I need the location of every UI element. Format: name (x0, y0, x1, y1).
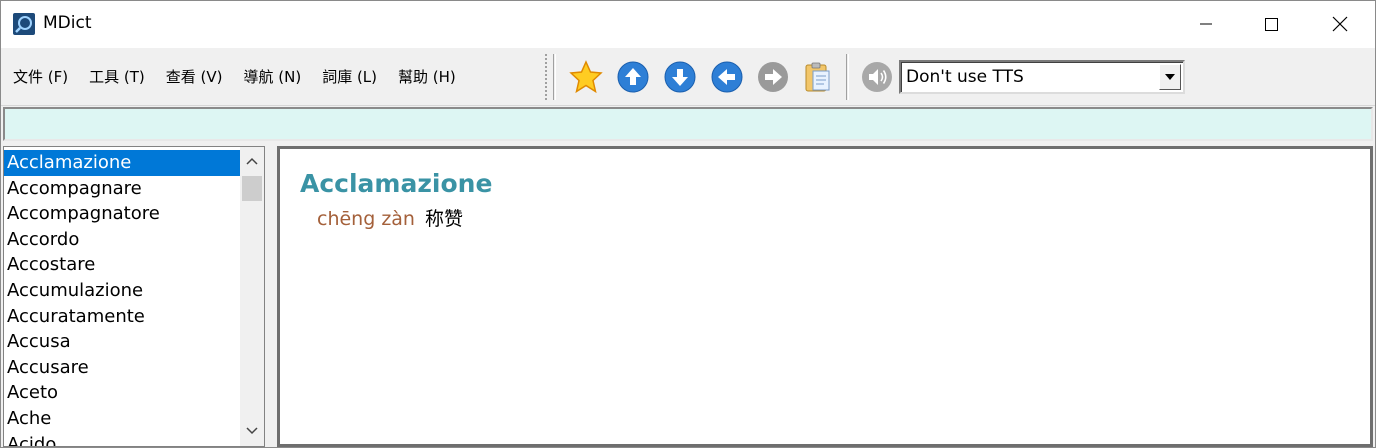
list-item[interactable]: Acclamazione (4, 150, 240, 176)
star-icon (569, 60, 603, 94)
minimize-icon (1200, 23, 1212, 25)
toolbar-separator (553, 54, 556, 100)
entry-definition: chēng zàn 称赞 (317, 204, 463, 231)
list-item[interactable]: Accusa (4, 329, 240, 355)
close-button[interactable] (1317, 1, 1363, 47)
next-entry-button[interactable] (663, 60, 697, 94)
clipboard-icon (805, 62, 830, 92)
list-item[interactable]: Accostare (4, 252, 240, 278)
chevron-up-icon (246, 157, 258, 165)
list-item[interactable]: Ache (4, 406, 240, 432)
menu-view[interactable]: 查看 (V) (156, 62, 234, 92)
list-item[interactable]: Accuratamente (4, 304, 240, 330)
mdict-window: MDict 文件 (F) 工具 (T) 查看 (V) 導航 (N) 詞庫 (L)… (0, 0, 1376, 448)
title-bar[interactable]: MDict (1, 1, 1375, 48)
forward-button[interactable] (756, 60, 790, 94)
toolbar-separator (846, 54, 849, 100)
entry-pinyin: chēng zàn (317, 208, 415, 230)
mdict-app-icon (13, 13, 35, 35)
word-list-items: Acclamazione Accompagnare Accompagnatore… (4, 150, 240, 446)
chevron-down-icon (1165, 74, 1175, 80)
menu-file[interactable]: 文件 (F) (3, 62, 79, 92)
word-list: Acclamazione Accompagnare Accompagnatore… (3, 146, 265, 447)
menu-tools[interactable]: 工具 (T) (79, 62, 156, 92)
entry-meaning: 称赞 (425, 208, 464, 230)
chevron-down-icon (246, 427, 258, 435)
list-item[interactable]: Accompagnare (4, 176, 240, 202)
scroll-up-button[interactable] (240, 149, 264, 173)
close-icon (1332, 16, 1348, 32)
tts-select-value: Don't use TTS (906, 67, 1024, 87)
word-list-scrollbar[interactable] (240, 147, 264, 446)
menu-help[interactable]: 幫助 (H) (388, 62, 467, 92)
tts-select[interactable]: Don't use TTS (899, 60, 1185, 94)
toolbar-separator (545, 54, 548, 100)
scroll-down-button[interactable] (240, 419, 264, 443)
minimize-button[interactable] (1183, 1, 1229, 47)
list-item[interactable]: Acido (4, 432, 240, 446)
back-button[interactable] (710, 60, 744, 94)
clipboard-button[interactable] (801, 60, 835, 94)
toolbar: 文件 (F) 工具 (T) 查看 (V) 導航 (N) 詞庫 (L) 幫助 (H… (1, 48, 1375, 106)
arrow-left-icon (711, 61, 743, 93)
arrow-right-icon (758, 62, 788, 92)
window-title: MDict (43, 13, 92, 33)
previous-entry-button[interactable] (616, 60, 650, 94)
maximize-icon (1265, 18, 1278, 31)
speaker-icon (862, 62, 892, 92)
list-item[interactable]: Aceto (4, 380, 240, 406)
arrow-down-icon (664, 61, 696, 93)
list-item[interactable]: Accusare (4, 355, 240, 381)
entry-headword: Acclamazione (300, 169, 493, 198)
list-item[interactable]: Accordo (4, 227, 240, 253)
menu-library[interactable]: 詞庫 (L) (312, 62, 388, 92)
search-bar (3, 107, 1373, 141)
menu-navigate[interactable]: 導航 (N) (233, 62, 312, 92)
search-input[interactable] (5, 109, 1371, 139)
list-item[interactable]: Accumulazione (4, 278, 240, 304)
list-item[interactable]: Accompagnatore (4, 201, 240, 227)
menu-bar: 文件 (F) 工具 (T) 查看 (V) 導航 (N) 詞庫 (L) 幫助 (H… (3, 48, 467, 106)
definition-pane: Acclamazione chēng zàn 称赞 (277, 146, 1373, 447)
tts-dropdown-button[interactable] (1159, 64, 1181, 90)
speak-button[interactable] (860, 60, 894, 94)
arrow-up-icon (617, 61, 649, 93)
add-favorite-button[interactable] (569, 60, 603, 94)
scroll-thumb[interactable] (242, 176, 262, 201)
maximize-button[interactable] (1248, 1, 1294, 47)
